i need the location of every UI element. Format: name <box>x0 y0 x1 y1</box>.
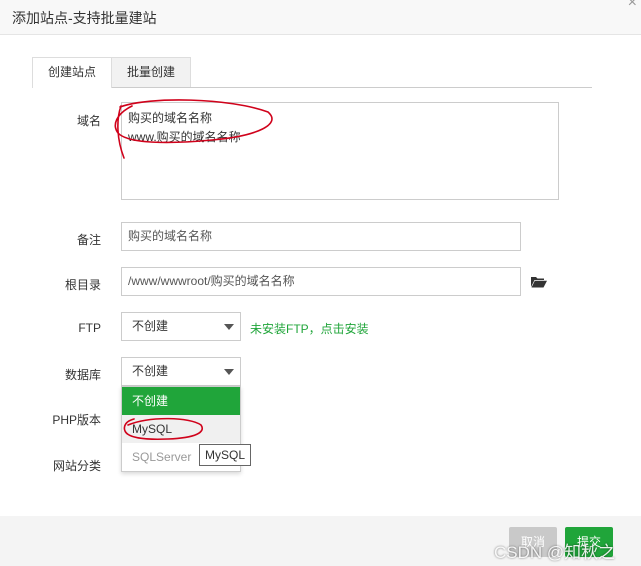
domain-label: 域名 <box>76 114 101 128</box>
ftp-label: FTP <box>78 321 101 335</box>
remark-input[interactable]: 购买的域名名称 <box>121 222 521 251</box>
chevron-down-icon <box>224 324 234 330</box>
root-dir-label: 根目录 <box>64 278 101 292</box>
tab-bar: 创建站点 批量创建 <box>32 57 592 88</box>
domain-textarea[interactable]: 购买的域名名称 www.购买的域名名称 <box>121 102 559 200</box>
option-tooltip: MySQL <box>199 444 252 466</box>
folder-open-icon[interactable] <box>531 276 547 288</box>
ftp-select[interactable]: 不创建 <box>121 312 241 341</box>
close-icon[interactable]: × <box>628 0 637 12</box>
ftp-select-value: 不创建 <box>132 319 169 333</box>
database-label: 数据库 <box>64 368 101 382</box>
watermark: CSDN @知秋之 <box>494 543 616 562</box>
root-dir-input[interactable]: /www/wwwroot/购买的域名名称 <box>121 267 521 296</box>
database-option-none[interactable]: 不创建 <box>122 387 240 415</box>
php-version-label: PHP版本 <box>52 413 101 427</box>
database-option-mysql[interactable]: MySQL <box>122 415 240 443</box>
tab-create-site[interactable]: 创建站点 <box>32 57 113 88</box>
chevron-down-icon <box>224 369 234 375</box>
tab-batch-create[interactable]: 批量创建 <box>111 57 192 87</box>
dialog-titlebar: 添加站点-支持批量建站 × <box>0 0 641 35</box>
dialog-title: 添加站点-支持批量建站 <box>12 10 157 26</box>
database-select-value: 不创建 <box>132 364 169 378</box>
site-category-label: 网站分类 <box>52 459 101 473</box>
ftp-install-link[interactable]: 未安装FTP，点击安装 <box>250 320 369 337</box>
remark-label: 备注 <box>76 233 101 247</box>
database-select[interactable]: 不创建 <box>121 357 241 386</box>
